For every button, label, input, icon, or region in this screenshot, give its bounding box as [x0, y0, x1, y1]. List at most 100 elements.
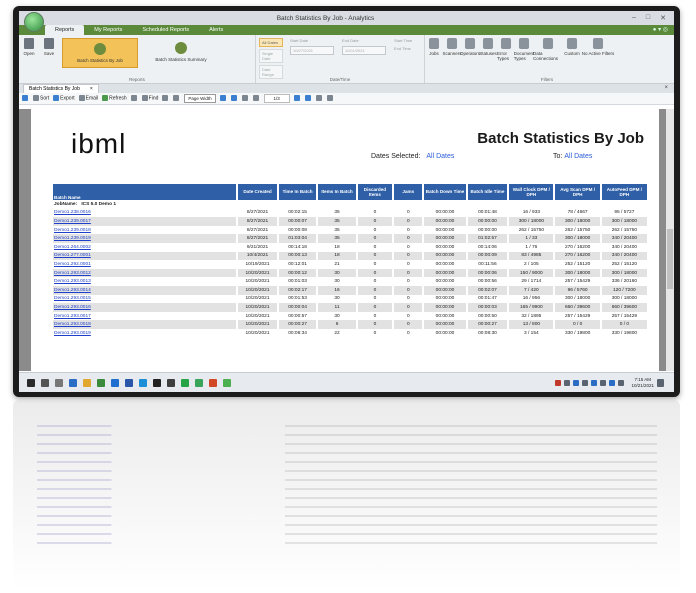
tray-app-icon[interactable]: [573, 379, 580, 386]
col-discarded-items[interactable]: Discarded Items: [356, 184, 395, 200]
document-types-filter[interactable]: Document Types: [514, 38, 534, 61]
col-avg-scan[interactable]: Avg Scan DPM / DPH: [554, 184, 602, 200]
data-connections-filter[interactable]: Data Connections: [533, 38, 563, 61]
col-time-in-batch[interactable]: Time In Batch: [277, 184, 319, 200]
search-icon[interactable]: [41, 378, 49, 387]
network-icon[interactable]: [609, 379, 616, 386]
multi-page-icon[interactable]: [230, 95, 238, 102]
first-page-icon[interactable]: [241, 95, 249, 102]
open-button[interactable]: Open: [19, 38, 39, 56]
email-button[interactable]: Email: [78, 95, 98, 102]
vertical-scrollbar[interactable]: [666, 109, 674, 371]
col-jams[interactable]: Jams: [393, 184, 425, 200]
start-time-button[interactable]: Start Time: [394, 38, 412, 43]
all-dates-option[interactable]: All Dates: [259, 38, 283, 47]
error-types-filter[interactable]: Error Types: [497, 38, 515, 61]
tab-reports[interactable]: Reports: [45, 25, 85, 35]
export-button[interactable]: Export: [53, 95, 75, 102]
find-button[interactable]: Find: [141, 95, 158, 102]
back-icon[interactable]: [315, 95, 323, 102]
prev-page-icon[interactable]: [252, 95, 260, 102]
batch-link[interactable]: Demo1.293.0017: [54, 314, 91, 319]
batch-link[interactable]: Demo1.293.0015: [54, 296, 91, 301]
custom-filter[interactable]: Custom: [563, 38, 581, 56]
batch-link[interactable]: Demo1.239.0018: [54, 228, 91, 233]
print-layout-icon[interactable]: [22, 95, 29, 102]
page-indicator[interactable]: 1/3: [263, 94, 290, 103]
single-page-icon[interactable]: [219, 95, 227, 102]
maximize-button[interactable]: □: [646, 14, 650, 22]
start-date-field[interactable]: 10/27/2021: [290, 46, 334, 55]
minimize-button[interactable]: –: [632, 14, 636, 22]
app-menu-orb[interactable]: [24, 12, 44, 32]
col-items-in-batch[interactable]: Items In Batch: [317, 184, 358, 200]
tray-app-icon[interactable]: [555, 379, 562, 386]
pinned-app-icon[interactable]: [223, 378, 231, 387]
sort-button[interactable]: Sort: [33, 95, 49, 102]
tray-app-icon[interactable]: [600, 379, 607, 386]
zoom-out-icon[interactable]: [173, 95, 180, 102]
end-date-field[interactable]: 11/01/2021: [342, 46, 386, 55]
batch-link[interactable]: Demo1.292.0001: [54, 262, 91, 267]
tab-alerts[interactable]: Alerts: [199, 25, 233, 35]
tray-app-icon[interactable]: [582, 379, 589, 386]
batch-link[interactable]: Demo1.293.0014: [54, 288, 91, 293]
style-icon[interactable]: ● ▾ ◎: [653, 26, 668, 33]
start-icon[interactable]: [27, 378, 35, 387]
edge-icon[interactable]: [111, 378, 119, 387]
close-button[interactable]: ✕: [660, 14, 666, 22]
notification-icon[interactable]: [657, 378, 664, 387]
batch-link[interactable]: Demo1.293.0018: [54, 322, 91, 327]
batch-link[interactable]: Demo1.293.0019: [54, 331, 91, 336]
col-autofeed[interactable]: AutoFeed DPM / DPH: [600, 184, 650, 200]
save-button[interactable]: Save: [39, 38, 59, 56]
print-button[interactable]: [130, 95, 138, 102]
end-time-button[interactable]: End Time: [394, 46, 412, 51]
clock[interactable]: 7:15 AM 10/21/2021: [631, 377, 654, 388]
doc-tab-batch-statistics[interactable]: Batch Statistics By Job ×: [23, 84, 99, 93]
single-date-option[interactable]: Single Date: [259, 49, 283, 63]
batch-link[interactable]: Demo1.293.0012: [54, 271, 91, 276]
pinned-app-icon[interactable]: [125, 378, 133, 387]
close-all-icon[interactable]: ×: [664, 85, 668, 91]
zoom-in-icon[interactable]: [162, 95, 169, 102]
batch-link[interactable]: Demo1.264.0002: [54, 245, 91, 250]
refresh-button[interactable]: Refresh: [102, 95, 127, 102]
tray-app-icon[interactable]: [564, 379, 571, 386]
pinned-app-icon[interactable]: [69, 378, 77, 387]
col-batch-name[interactable]: Batch Name: [53, 184, 239, 200]
scroll-thumb[interactable]: [667, 229, 673, 289]
forward-icon[interactable]: [326, 95, 334, 102]
close-icon[interactable]: ×: [90, 85, 93, 93]
batch-link[interactable]: Demo1.293.0013: [54, 279, 91, 284]
next-page-icon[interactable]: [293, 95, 301, 102]
tab-scheduled-reports[interactable]: Scheduled Reports: [132, 25, 199, 35]
batch-link[interactable]: Demo1.293.0016: [54, 305, 91, 310]
tray-app-icon[interactable]: [591, 379, 598, 386]
excel-icon[interactable]: [181, 378, 189, 387]
last-page-icon[interactable]: [304, 95, 312, 102]
report-batch-statistics-summary[interactable]: Batch Statistics Summary: [144, 38, 218, 66]
zoom-select[interactable]: Page Width: [184, 94, 216, 103]
col-batch-idle-time[interactable]: Batch Idle Time: [466, 184, 510, 200]
powerpoint-icon[interactable]: [209, 378, 217, 387]
volume-icon[interactable]: [618, 379, 625, 386]
chrome-icon[interactable]: [97, 378, 105, 387]
batch-link[interactable]: Demo1.239.0019: [54, 236, 91, 241]
task-view-icon[interactable]: [55, 378, 63, 387]
col-batch-down-time[interactable]: Batch Down Time: [423, 184, 468, 200]
batch-link[interactable]: Demo1.277.0001: [54, 253, 91, 258]
col-date-created[interactable]: Date Created: [237, 184, 279, 200]
col-wall-clock[interactable]: Wall Clock DPM / DPH: [508, 184, 556, 200]
report-batch-statistics-by-job[interactable]: Batch Statistics By Job: [62, 38, 138, 68]
mail-icon[interactable]: [139, 378, 147, 387]
jobs-filter[interactable]: Jobs: [425, 38, 443, 56]
pinned-app-icon[interactable]: [167, 378, 175, 387]
batch-link[interactable]: Demo1.239.0017: [54, 219, 91, 224]
scanners-filter[interactable]: Scanners: [443, 38, 462, 56]
tab-my-reports[interactable]: My Reports: [84, 25, 132, 35]
statuses-filter[interactable]: Statuses: [479, 38, 497, 56]
file-explorer-icon[interactable]: [83, 378, 91, 387]
batch-link[interactable]: Demo1.238.0016: [54, 210, 91, 215]
terminal-icon[interactable]: [153, 378, 161, 387]
